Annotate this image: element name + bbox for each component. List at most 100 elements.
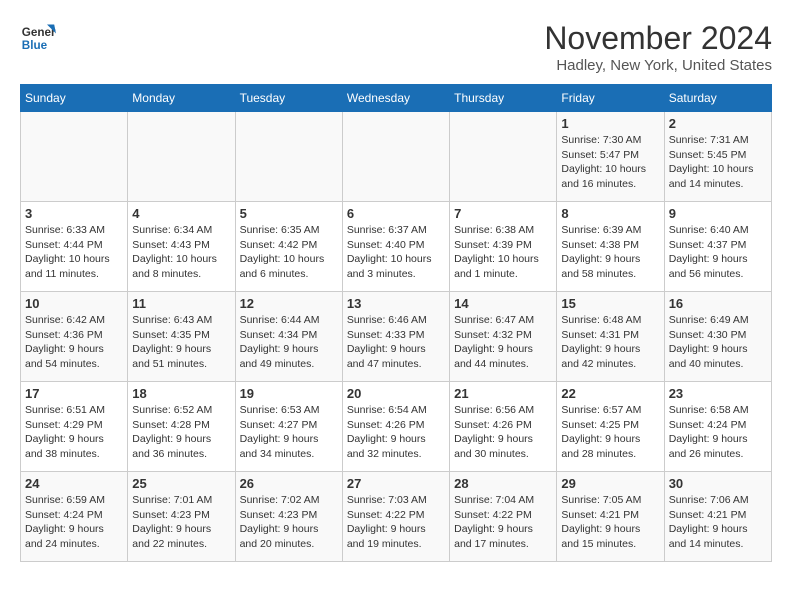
day-info: Sunrise: 7:02 AM Sunset: 4:23 PM Dayligh…: [240, 493, 338, 552]
day-number: 10: [25, 296, 123, 311]
day-number: 25: [132, 476, 230, 491]
day-info: Sunrise: 7:06 AM Sunset: 4:21 PM Dayligh…: [669, 493, 767, 552]
day-cell: 18 Sunrise: 6:52 AM Sunset: 4:28 PM Dayli…: [128, 382, 235, 472]
day-cell: 3 Sunrise: 6:33 AM Sunset: 4:44 PM Daylig…: [21, 202, 128, 292]
calendar-table: SundayMondayTuesdayWednesdayThursdayFrid…: [20, 84, 772, 562]
day-info: Sunrise: 6:49 AM Sunset: 4:30 PM Dayligh…: [669, 313, 767, 372]
day-number: 6: [347, 206, 445, 221]
column-header-saturday: Saturday: [664, 85, 771, 112]
day-info: Sunrise: 6:52 AM Sunset: 4:28 PM Dayligh…: [132, 403, 230, 462]
day-cell: 29 Sunrise: 7:05 AM Sunset: 4:21 PM Dayli…: [557, 472, 664, 562]
day-info: Sunrise: 6:51 AM Sunset: 4:29 PM Dayligh…: [25, 403, 123, 462]
day-cell: [235, 112, 342, 202]
day-cell: 30 Sunrise: 7:06 AM Sunset: 4:21 PM Dayli…: [664, 472, 771, 562]
day-cell: [21, 112, 128, 202]
day-number: 20: [347, 386, 445, 401]
day-cell: 25 Sunrise: 7:01 AM Sunset: 4:23 PM Dayli…: [128, 472, 235, 562]
day-cell: 19 Sunrise: 6:53 AM Sunset: 4:27 PM Dayli…: [235, 382, 342, 472]
week-row-3: 10 Sunrise: 6:42 AM Sunset: 4:36 PM Dayli…: [21, 292, 772, 382]
day-cell: [450, 112, 557, 202]
day-number: 7: [454, 206, 552, 221]
day-number: 17: [25, 386, 123, 401]
week-row-4: 17 Sunrise: 6:51 AM Sunset: 4:29 PM Dayli…: [21, 382, 772, 472]
day-number: 26: [240, 476, 338, 491]
column-header-sunday: Sunday: [21, 85, 128, 112]
day-info: Sunrise: 7:30 AM Sunset: 5:47 PM Dayligh…: [561, 133, 659, 192]
day-number: 1: [561, 116, 659, 131]
day-number: 11: [132, 296, 230, 311]
day-info: Sunrise: 7:01 AM Sunset: 4:23 PM Dayligh…: [132, 493, 230, 552]
day-number: 2: [669, 116, 767, 131]
day-info: Sunrise: 6:35 AM Sunset: 4:42 PM Dayligh…: [240, 223, 338, 282]
day-info: Sunrise: 6:46 AM Sunset: 4:33 PM Dayligh…: [347, 313, 445, 372]
column-header-thursday: Thursday: [450, 85, 557, 112]
day-info: Sunrise: 6:47 AM Sunset: 4:32 PM Dayligh…: [454, 313, 552, 372]
day-number: 15: [561, 296, 659, 311]
day-info: Sunrise: 7:03 AM Sunset: 4:22 PM Dayligh…: [347, 493, 445, 552]
column-header-wednesday: Wednesday: [342, 85, 449, 112]
day-number: 23: [669, 386, 767, 401]
day-number: 13: [347, 296, 445, 311]
day-info: Sunrise: 6:44 AM Sunset: 4:34 PM Dayligh…: [240, 313, 338, 372]
day-info: Sunrise: 6:33 AM Sunset: 4:44 PM Dayligh…: [25, 223, 123, 282]
day-cell: 7 Sunrise: 6:38 AM Sunset: 4:39 PM Daylig…: [450, 202, 557, 292]
day-info: Sunrise: 6:53 AM Sunset: 4:27 PM Dayligh…: [240, 403, 338, 462]
day-info: Sunrise: 7:05 AM Sunset: 4:21 PM Dayligh…: [561, 493, 659, 552]
day-info: Sunrise: 6:59 AM Sunset: 4:24 PM Dayligh…: [25, 493, 123, 552]
day-cell: 17 Sunrise: 6:51 AM Sunset: 4:29 PM Dayli…: [21, 382, 128, 472]
day-number: 22: [561, 386, 659, 401]
day-cell: 9 Sunrise: 6:40 AM Sunset: 4:37 PM Daylig…: [664, 202, 771, 292]
day-cell: 5 Sunrise: 6:35 AM Sunset: 4:42 PM Daylig…: [235, 202, 342, 292]
day-cell: 8 Sunrise: 6:39 AM Sunset: 4:38 PM Daylig…: [557, 202, 664, 292]
day-number: 14: [454, 296, 552, 311]
day-cell: 1 Sunrise: 7:30 AM Sunset: 5:47 PM Daylig…: [557, 112, 664, 202]
day-cell: 16 Sunrise: 6:49 AM Sunset: 4:30 PM Dayli…: [664, 292, 771, 382]
day-number: 5: [240, 206, 338, 221]
day-info: Sunrise: 7:04 AM Sunset: 4:22 PM Dayligh…: [454, 493, 552, 552]
day-number: 29: [561, 476, 659, 491]
day-cell: 10 Sunrise: 6:42 AM Sunset: 4:36 PM Dayli…: [21, 292, 128, 382]
logo-icon: General Blue: [20, 20, 56, 56]
day-cell: 22 Sunrise: 6:57 AM Sunset: 4:25 PM Dayli…: [557, 382, 664, 472]
day-info: Sunrise: 6:39 AM Sunset: 4:38 PM Dayligh…: [561, 223, 659, 282]
day-info: Sunrise: 6:40 AM Sunset: 4:37 PM Dayligh…: [669, 223, 767, 282]
column-header-tuesday: Tuesday: [235, 85, 342, 112]
week-row-1: 1 Sunrise: 7:30 AM Sunset: 5:47 PM Daylig…: [21, 112, 772, 202]
day-cell: 15 Sunrise: 6:48 AM Sunset: 4:31 PM Dayli…: [557, 292, 664, 382]
day-cell: 24Sunrise: 6:59 AM Sunset: 4:24 PM Dayli…: [21, 472, 128, 562]
location-title: Hadley, New York, United States: [544, 57, 772, 74]
day-number: 9: [669, 206, 767, 221]
day-number: 12: [240, 296, 338, 311]
day-number: 18: [132, 386, 230, 401]
month-title: November 2024: [544, 20, 772, 57]
day-cell: 28 Sunrise: 7:04 AM Sunset: 4:22 PM Dayli…: [450, 472, 557, 562]
day-number: 27: [347, 476, 445, 491]
day-info: Sunrise: 6:37 AM Sunset: 4:40 PM Dayligh…: [347, 223, 445, 282]
column-header-monday: Monday: [128, 85, 235, 112]
day-number: 8: [561, 206, 659, 221]
day-info: Sunrise: 6:54 AM Sunset: 4:26 PM Dayligh…: [347, 403, 445, 462]
day-cell: 26 Sunrise: 7:02 AM Sunset: 4:23 PM Dayli…: [235, 472, 342, 562]
day-cell: 12 Sunrise: 6:44 AM Sunset: 4:34 PM Dayli…: [235, 292, 342, 382]
day-number: 16: [669, 296, 767, 311]
day-info: Sunrise: 6:42 AM Sunset: 4:36 PM Dayligh…: [25, 313, 123, 372]
day-cell: 27 Sunrise: 7:03 AM Sunset: 4:22 PM Dayli…: [342, 472, 449, 562]
day-info: Sunrise: 6:57 AM Sunset: 4:25 PM Dayligh…: [561, 403, 659, 462]
day-cell: [128, 112, 235, 202]
day-number: 19: [240, 386, 338, 401]
day-cell: 11Sunrise: 6:43 AM Sunset: 4:35 PM Dayli…: [128, 292, 235, 382]
day-number: 30: [669, 476, 767, 491]
week-row-5: 24Sunrise: 6:59 AM Sunset: 4:24 PM Dayli…: [21, 472, 772, 562]
day-cell: [342, 112, 449, 202]
day-number: 28: [454, 476, 552, 491]
day-info: Sunrise: 6:34 AM Sunset: 4:43 PM Dayligh…: [132, 223, 230, 282]
day-cell: 2 Sunrise: 7:31 AM Sunset: 5:45 PM Daylig…: [664, 112, 771, 202]
day-cell: 6 Sunrise: 6:37 AM Sunset: 4:40 PM Daylig…: [342, 202, 449, 292]
day-cell: 14 Sunrise: 6:47 AM Sunset: 4:32 PM Dayli…: [450, 292, 557, 382]
day-number: 3: [25, 206, 123, 221]
day-info: Sunrise: 6:48 AM Sunset: 4:31 PM Dayligh…: [561, 313, 659, 372]
title-block: November 2024 Hadley, New York, United S…: [544, 20, 772, 74]
day-info: Sunrise: 6:38 AM Sunset: 4:39 PM Dayligh…: [454, 223, 552, 282]
day-info: Sunrise: 7:31 AM Sunset: 5:45 PM Dayligh…: [669, 133, 767, 192]
svg-text:Blue: Blue: [22, 39, 48, 52]
